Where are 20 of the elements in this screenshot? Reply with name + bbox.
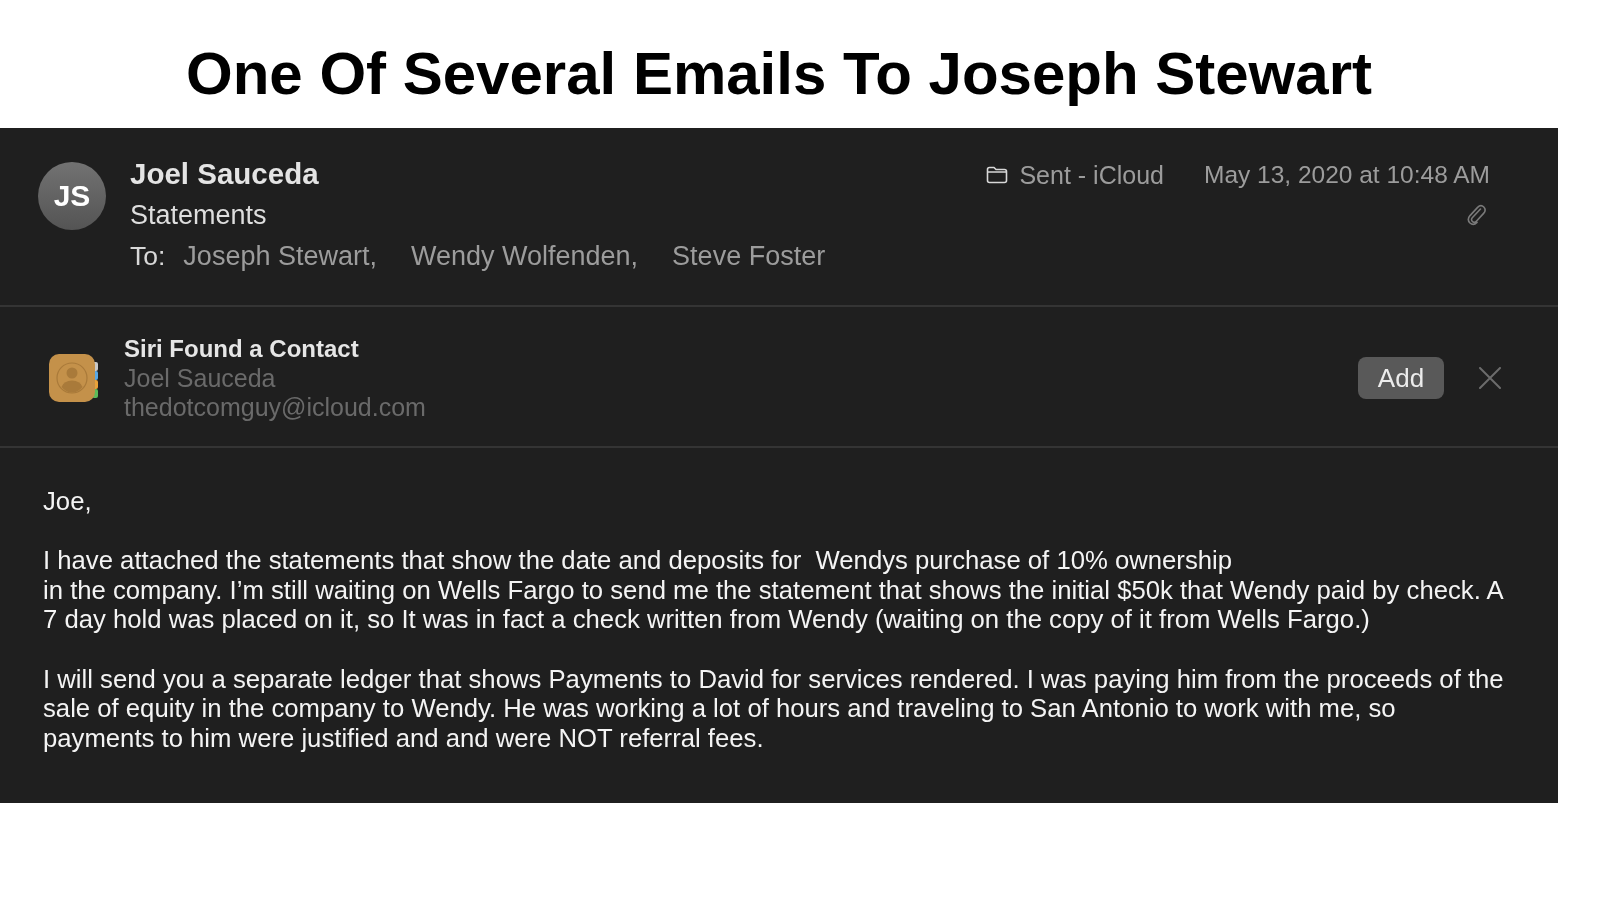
sender-name: Joel Sauceda (130, 156, 320, 192)
date-time: May 13, 2020 at 10:48 AM (1203, 160, 1490, 190)
siri-title: Siri Found a Contact (124, 334, 360, 364)
body-paragraph: I have attached the statements that show the date and deposits for Wendys purchase of 10% ownership in the company. I’m still waiting on Wells Fargo to send me the statement that shows the initial $50k that Wendy paid by check. A 7 day hold was placed on it, so It was in fact a check written from Wendy (waiting on the copy of it from Wells Fargo.) (43, 546, 1504, 635)
subject: Statements (130, 199, 268, 232)
folder-icon (986, 166, 1009, 184)
contact-name: Joel Sauceda (124, 364, 277, 393)
recipient[interactable]: Wendy Wolfenden, (410, 236, 639, 276)
add-button[interactable]: Add (1358, 357, 1444, 399)
close-button[interactable] (1479, 367, 1501, 389)
to-label: To: (130, 240, 166, 273)
recipient[interactable]: Steve Foster (672, 236, 826, 276)
mailbox-label: Sent - iCloud (1019, 160, 1164, 191)
body-paragraph: I will send you a separate ledger that shows Payments to David for services rendered. I was paying him from the proceeds of the sale of equity in the company to Wendy. He was working a lot of hours and traveling to San Antonio to work with me, so payments to him were justified and and were NOT referral fees. (43, 664, 1505, 754)
avatar: JS (38, 162, 106, 230)
page-title: One Of Several Emails To Joseph Stewart (186, 38, 1372, 108)
contacts-book-icon (48, 352, 100, 404)
recipient[interactable]: Joseph Stewart, (183, 236, 377, 276)
greeting: Joe, (43, 487, 93, 517)
contact-email: thedotcomguy@icloud.com (124, 393, 426, 422)
